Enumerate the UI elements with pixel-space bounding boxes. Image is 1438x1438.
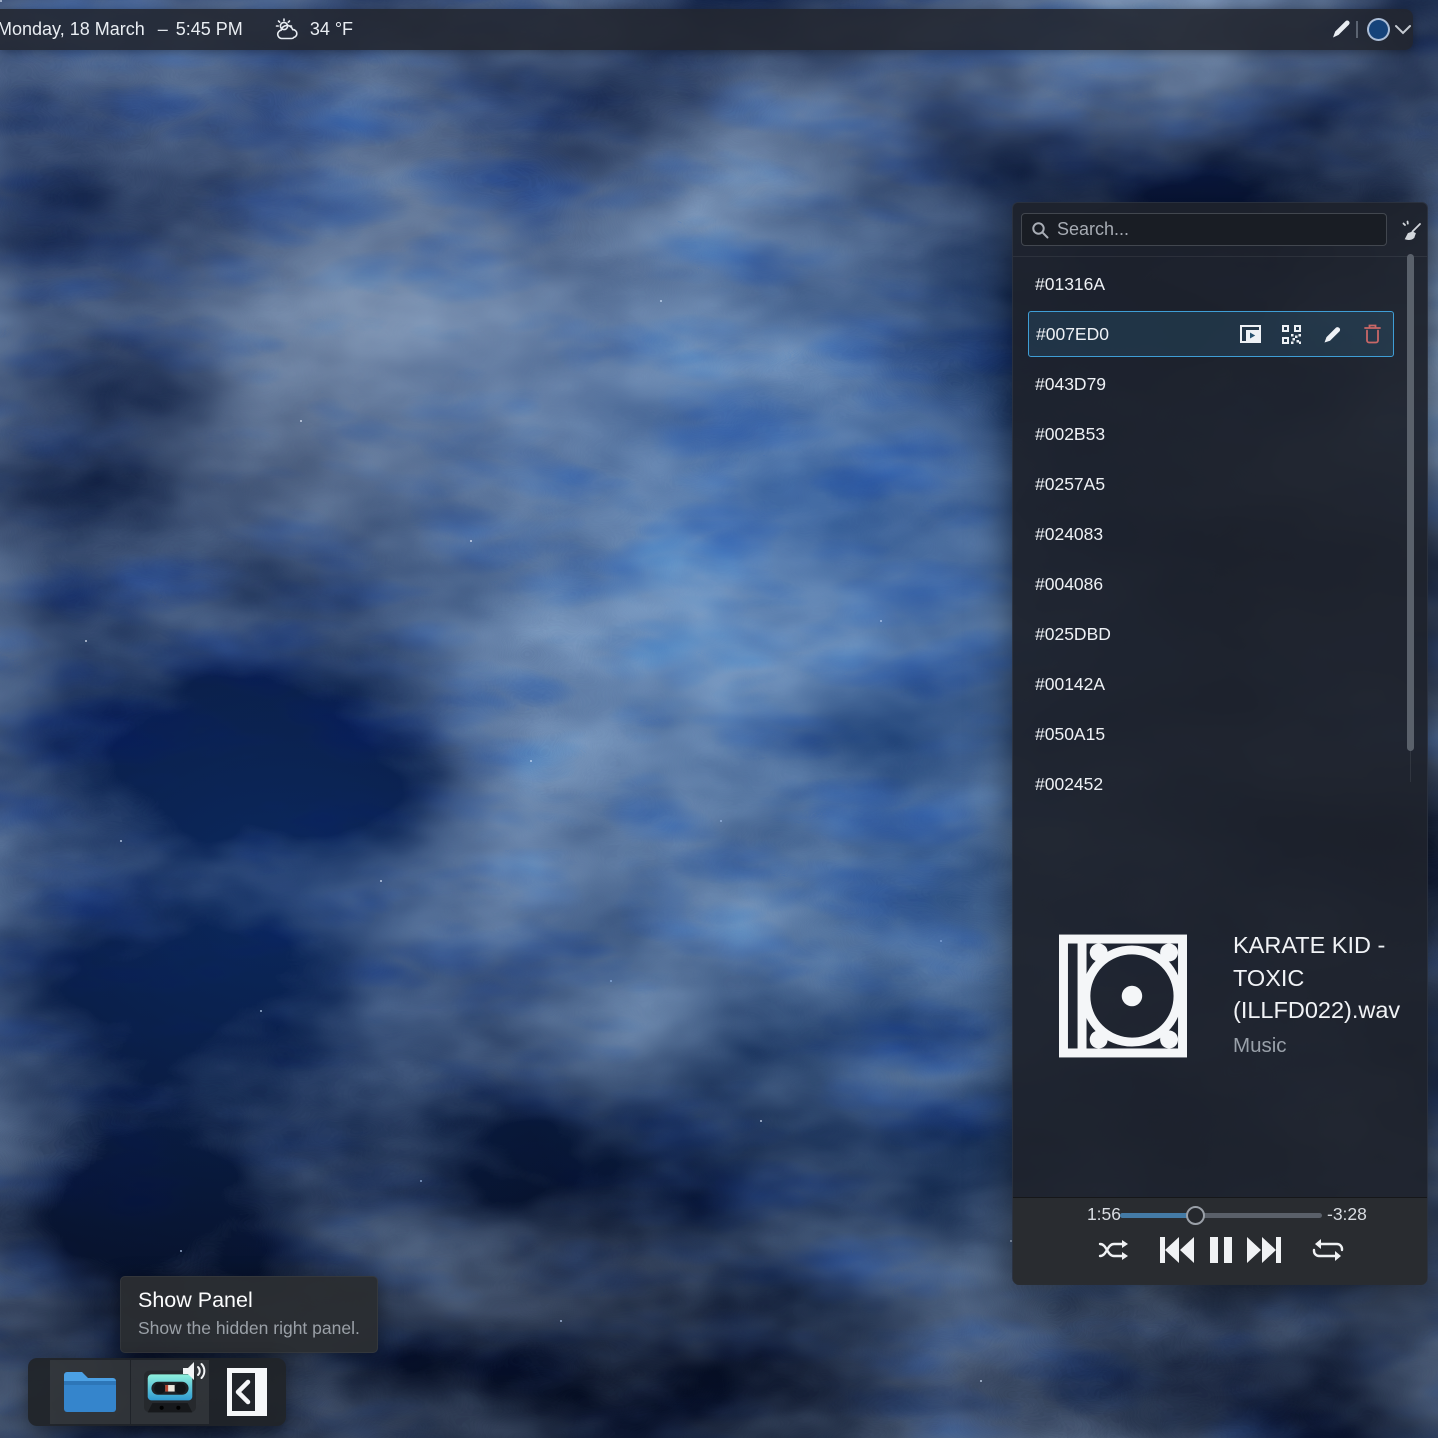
skip-backward-icon [1160, 1237, 1194, 1263]
next-track-button[interactable] [1247, 1235, 1281, 1265]
clipboard-item-text: #00142A [1035, 674, 1105, 695]
clipboard-item-actions [1240, 324, 1381, 345]
taskbar-item-media-player[interactable] [131, 1360, 209, 1424]
clipboard-item[interactable]: #043D79 [1013, 359, 1427, 409]
clear-history-button[interactable] [1399, 219, 1423, 243]
color-picker-button[interactable] [1329, 9, 1352, 50]
chevron-down-icon [1394, 24, 1412, 35]
sun-behind-cloud-icon [274, 17, 301, 42]
clipboard-item[interactable]: #0257A5 [1013, 459, 1427, 509]
repeat-icon [1312, 1238, 1344, 1262]
previous-track-button[interactable] [1160, 1235, 1194, 1265]
show-qr-code-button[interactable] [1282, 325, 1301, 344]
show-panel-icon [227, 1368, 267, 1416]
shuffle-icon [1098, 1238, 1130, 1262]
top-panel: Monday, 18 March – 5:45 PM 34 °F [0, 9, 1413, 50]
clipboard-item[interactable]: #002452 [1013, 759, 1427, 790]
taskbar [28, 1358, 286, 1426]
pause-button[interactable] [1210, 1235, 1232, 1265]
track-subtitle: Music [1233, 1034, 1287, 1058]
clipboard-item-text: #0257A5 [1035, 474, 1105, 495]
search-box [1021, 213, 1387, 246]
audio-playing-badge-icon [181, 1359, 207, 1383]
remove-from-history-button[interactable] [1364, 324, 1381, 344]
pencil-icon [1322, 324, 1343, 345]
clipboard-item[interactable]: #050A15 [1013, 709, 1427, 759]
clipboard-item-text: #007ED0 [1036, 324, 1109, 345]
pause-icon [1210, 1237, 1232, 1263]
show-panel-button[interactable] [226, 1368, 268, 1416]
weather-widget[interactable]: 34 °F [274, 17, 353, 42]
elapsed-time: 1:56 [1077, 1204, 1121, 1225]
clipboard-item[interactable]: #002B53 [1013, 409, 1427, 459]
repeat-button[interactable] [1311, 1235, 1345, 1265]
album-art-placeholder-icon [1059, 933, 1187, 1059]
show-panel-tooltip: Show Panel Show the hidden right panel. [120, 1276, 378, 1353]
invoke-action-icon [1240, 325, 1261, 343]
clipboard-item-text: #002452 [1035, 774, 1103, 791]
search-input[interactable] [1022, 214, 1386, 245]
clipboard-item[interactable]: #025DBD [1013, 609, 1427, 659]
track-title: KARATE KID - TOXIC (ILLFD022).wav [1233, 929, 1429, 1027]
pen-icon [1329, 18, 1352, 41]
tooltip-title: Show Panel [138, 1288, 360, 1313]
color-swatch [1367, 18, 1390, 41]
tray-separator [1356, 21, 1358, 38]
date-time-separator: – [158, 19, 168, 40]
clipboard-history-list: #01316A #007ED0 [1013, 259, 1427, 790]
clipboard-item-text: #024083 [1035, 524, 1103, 545]
popup-header-divider [1013, 256, 1427, 257]
clipboard-item-selected[interactable]: #007ED0 [1028, 311, 1394, 357]
edit-contents-button[interactable] [1322, 324, 1343, 345]
media-player-controls: 1:56 -3:28 [1013, 1197, 1427, 1285]
trash-icon [1364, 324, 1381, 344]
seek-fill [1120, 1213, 1195, 1218]
seek-slider[interactable] [1120, 1200, 1322, 1230]
date-text: Monday, 18 March [0, 19, 145, 40]
clipboard-item[interactable]: #00142A [1013, 659, 1427, 709]
clipboard-item-text: #01316A [1035, 274, 1105, 295]
clipboard-item-text: #004086 [1035, 574, 1103, 595]
seek-handle[interactable] [1186, 1206, 1205, 1225]
scrollbar-thumb[interactable] [1407, 254, 1414, 751]
clock-widget[interactable]: Monday, 18 March – 5:45 PM [0, 19, 243, 40]
tooltip-subtitle: Show the hidden right panel. [138, 1318, 360, 1339]
taskbar-item-file-manager[interactable] [50, 1360, 130, 1424]
desktop: Monday, 18 March – 5:45 PM 34 °F [0, 0, 1438, 1438]
clipboard-item-text: #050A15 [1035, 724, 1105, 745]
remaining-time: -3:28 [1327, 1204, 1367, 1225]
clipboard-item-text: #043D79 [1035, 374, 1106, 395]
clipboard-item-text: #002B53 [1035, 424, 1105, 445]
clipboard-item[interactable]: #01316A [1013, 259, 1427, 309]
folder-icon [62, 1369, 118, 1415]
qr-code-icon [1282, 325, 1301, 344]
invoke-action-button[interactable] [1240, 325, 1261, 343]
clipboard-item[interactable]: #004086 [1013, 559, 1427, 609]
clipboard-popup: #01316A #007ED0 [1012, 202, 1428, 1284]
temperature-text: 34 °F [310, 19, 353, 40]
clipboard-item-text: #025DBD [1035, 624, 1111, 645]
broom-icon [1399, 219, 1423, 243]
color-swatch-button[interactable] [1367, 9, 1390, 50]
shuffle-button[interactable] [1097, 1235, 1131, 1265]
wallpaper-sparkles [0, 0, 2, 2]
expand-tray-button[interactable] [1394, 9, 1412, 50]
skip-forward-icon [1247, 1237, 1281, 1263]
clipboard-item[interactable]: #024083 [1013, 509, 1427, 559]
time-text: 5:45 PM [176, 19, 243, 40]
